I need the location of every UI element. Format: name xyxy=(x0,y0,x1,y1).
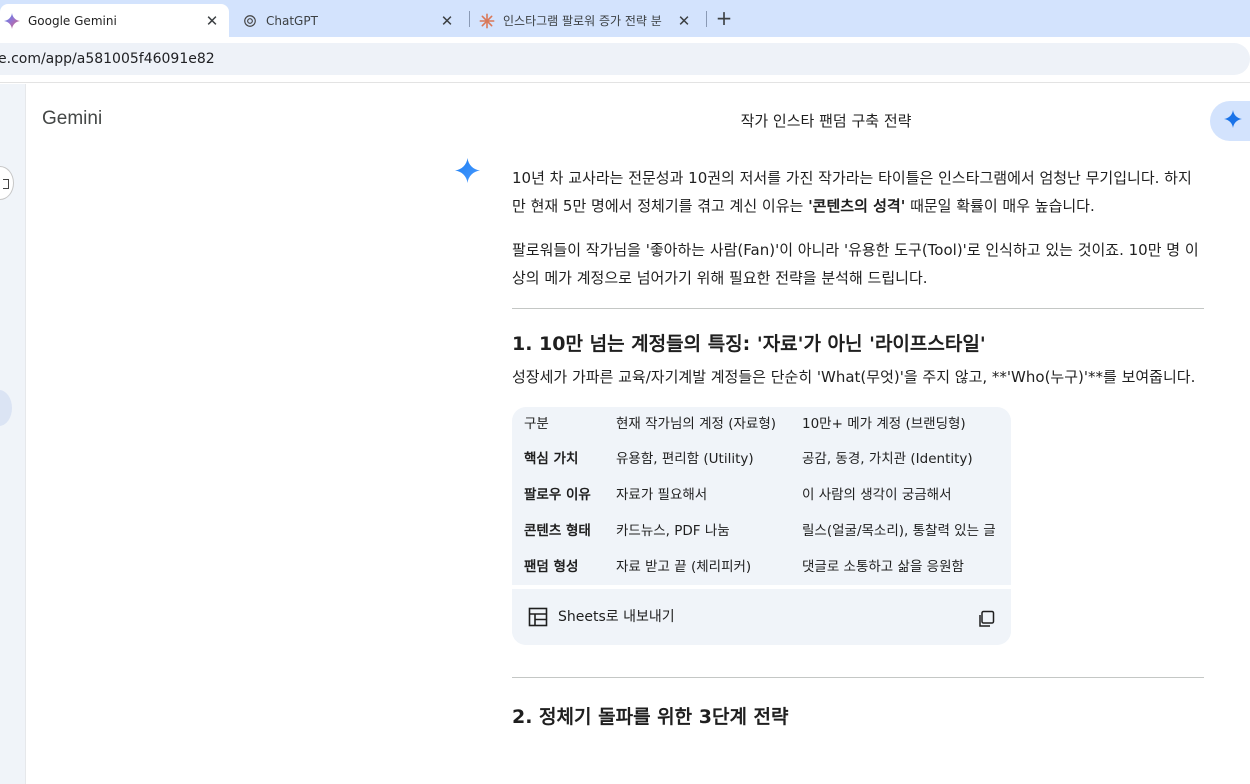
tab-chatgpt[interactable]: ChatGPT ✕ xyxy=(242,4,464,37)
intro-bold-text: '콘텐츠의 성격' xyxy=(808,197,906,215)
close-tab-icon[interactable]: ✕ xyxy=(438,12,456,30)
row-label: 콘텐츠 형태 xyxy=(524,523,591,539)
tab-separator xyxy=(469,11,470,27)
tab-google-gemini[interactable]: Google Gemini ✕ xyxy=(0,4,229,37)
table-cell: 팬덤 형성 xyxy=(512,549,604,585)
divider xyxy=(512,308,1204,309)
table-cell: 콘텐츠 형태 xyxy=(512,513,604,549)
menu-toggle-button[interactable] xyxy=(0,166,14,200)
table-row: 콘텐츠 형태 카드뉴스, PDF 나눔 릴스(얼굴/목소리), 통찰력 있는 글 xyxy=(512,513,1011,549)
gemini-spark-button[interactable] xyxy=(1210,101,1250,141)
table-header-cell: 구분 xyxy=(524,416,549,432)
intro-paragraph-2: 팔로워들이 작가님을 '좋아하는 사람(Fan)'이 아니라 '유용한 도구(T… xyxy=(512,241,1199,287)
export-label: Sheets로 내보내기 xyxy=(558,609,675,625)
row-label: 팬덤 형성 xyxy=(524,559,579,575)
browser-tab-strip: Google Gemini ✕ ChatGPT ✕ 인스타그램 팔로워 증가 전… xyxy=(0,0,1250,37)
intro-paragraph-1: 10년 차 교사라는 전문성과 10권의 저서를 가진 작가라는 타이틀은 인스… xyxy=(512,164,1204,220)
table-header-cell: 현재 작가님의 계정 (자료형) xyxy=(616,416,777,432)
response-body: 10년 차 교사라는 전문성과 10권의 저서를 가진 작가라는 타이틀은 인스… xyxy=(512,164,1204,736)
copy-table-icon[interactable] xyxy=(977,609,995,637)
row-label: 핵심 가치 xyxy=(524,451,579,467)
table-cell: 댓글로 소통하고 삶을 응원함 xyxy=(802,559,964,575)
tab-separator xyxy=(706,11,707,27)
table-row: 팔로우 이유 자료가 필요해서 이 사람의 생각이 궁금해서 xyxy=(512,477,1011,513)
intro-text: 때문일 확률이 매우 높습니다. xyxy=(905,197,1095,215)
table-cell: 릴스(얼굴/목소리), 통찰력 있는 글 xyxy=(802,523,996,539)
rail-active-item[interactable] xyxy=(0,390,12,426)
table-cell: 팔로우 이유 xyxy=(512,477,604,513)
section-1-body: 성장세가 가파른 교육/자기계발 계정들은 단순히 'What(무엇)'을 주지… xyxy=(512,368,1196,386)
export-to-sheets-button[interactable]: Sheets로 내보내기 xyxy=(528,603,675,631)
table-cell: 유용함, 편리함 (Utility) xyxy=(616,451,754,467)
url-text: e.com/app/a581005f46091e82 xyxy=(0,51,215,67)
close-tab-icon[interactable]: ✕ xyxy=(203,12,221,30)
comparison-table: 구분 현재 작가님의 계정 (자료형) 10만+ 메가 계정 (브랜딩형) 핵심… xyxy=(512,407,1011,585)
table-footer: Sheets로 내보내기 xyxy=(512,585,1011,645)
table-cell: 이 사람의 생각이 궁금해서 xyxy=(802,487,952,503)
close-tab-icon[interactable]: ✕ xyxy=(675,12,693,30)
conversation-title[interactable]: 작가 인스타 팬덤 구축 전략 xyxy=(640,110,1012,131)
tab-instagram-strategy[interactable]: 인스타그램 팔로워 증가 전략 분 ✕ xyxy=(479,4,701,37)
browser-toolbar: e.com/app/a581005f46091e82 xyxy=(0,37,1250,83)
sheets-table-icon xyxy=(528,607,548,627)
address-bar[interactable]: e.com/app/a581005f46091e82 xyxy=(0,43,1250,75)
table-row: 팬덤 형성 자료 받고 끝 (체리피커) 댓글로 소통하고 삶을 응원함 xyxy=(512,549,1011,585)
gemini-brand: Gemini xyxy=(42,108,103,129)
claude-icon xyxy=(479,13,495,29)
tab-title: Google Gemini xyxy=(28,13,117,28)
tab-title: 인스타그램 팔로워 증가 전략 분 xyxy=(503,14,662,28)
table-header-row: 구분 현재 작가님의 계정 (자료형) 10만+ 메가 계정 (브랜딩형) xyxy=(512,407,1011,441)
table-cell: 핵심 가치 xyxy=(512,441,604,477)
table-header-cell: 10만+ 메가 계정 (브랜딩형) xyxy=(802,416,966,432)
section-1-heading: 1. 10만 넘는 계정들의 특징: '자료'가 아닌 '라이프스타일' xyxy=(512,333,986,355)
gemini-icon xyxy=(4,12,20,29)
side-rail xyxy=(0,84,26,784)
table-cell: 공감, 동경, 가치관 (Identity) xyxy=(802,451,973,467)
table-row: 핵심 가치 유용함, 편리함 (Utility) 공감, 동경, 가치관 (Id… xyxy=(512,441,1011,477)
comparison-table-card: 구분 현재 작가님의 계정 (자료형) 10만+ 메가 계정 (브랜딩형) 핵심… xyxy=(512,407,1011,645)
spark-icon xyxy=(1224,110,1242,132)
chatgpt-icon xyxy=(242,13,258,29)
table-cell: 자료 받고 끝 (체리피커) xyxy=(616,559,752,575)
new-tab-button[interactable]: + xyxy=(712,6,736,30)
row-label: 팔로우 이유 xyxy=(524,487,591,503)
tab-title: ChatGPT xyxy=(266,13,318,28)
gemini-response-icon xyxy=(455,158,480,183)
table-cell: 카드뉴스, PDF 나눔 xyxy=(616,523,730,539)
section-2-heading: 2. 정체기 돌파를 위한 3단계 전략 xyxy=(512,706,789,728)
divider xyxy=(512,677,1204,678)
table-cell: 자료가 필요해서 xyxy=(616,487,708,503)
